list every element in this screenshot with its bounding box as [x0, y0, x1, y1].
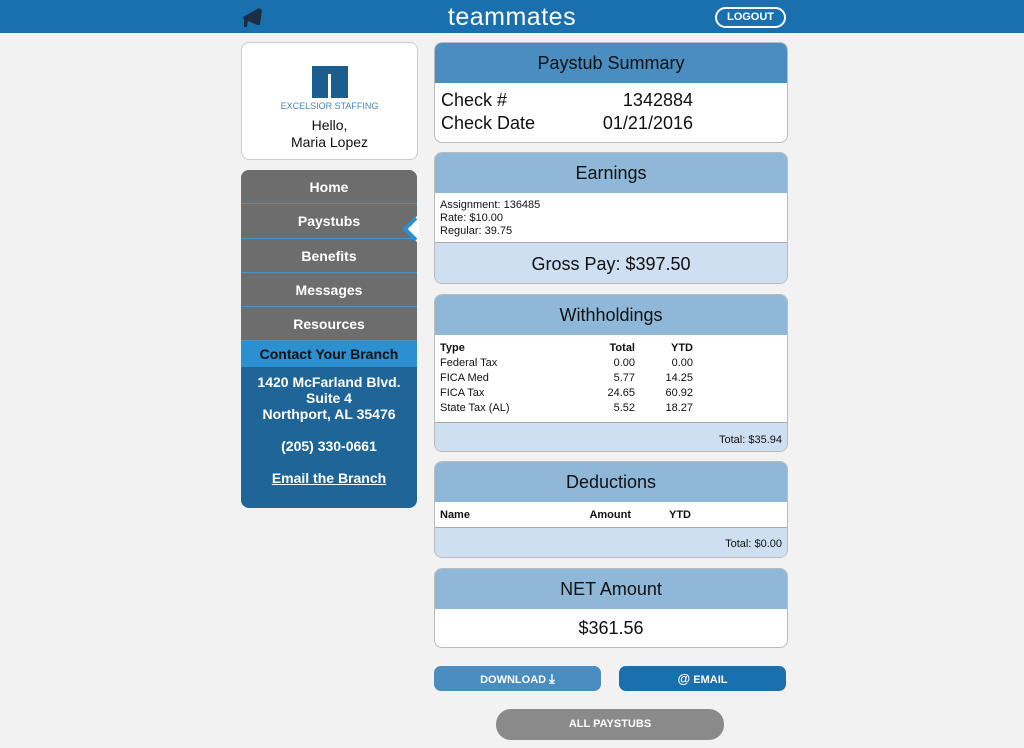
company-name: EXCELSIOR STAFFING — [280, 101, 379, 111]
sidebar-nav: Home Paystubs Benefits Messages Resource… — [241, 170, 419, 508]
check-number: 1342884 — [622, 90, 693, 110]
brand-logo: teammates — [447, 3, 577, 31]
branch-address-3: Northport, AL 35476 — [262, 406, 396, 423]
email-label: EMAIL — [693, 674, 728, 686]
net-title: NET Amount — [435, 569, 787, 609]
withholdings-table: Type Total YTD Federal Tax 0.00 0.00 FICA Me… — [435, 341, 693, 416]
download-icon: ⤓ — [549, 671, 555, 686]
col-amount: Amount — [589, 509, 631, 521]
deductions-total: Total: $0.00 — [435, 527, 787, 557]
withholdings-title: Withholdings — [435, 295, 787, 335]
col-ytd: YTD — [671, 342, 693, 354]
rate: Rate: $10.00 — [440, 212, 503, 224]
table-row: State Tax (AL) 5.52 18.27 — [440, 402, 693, 414]
active-indicator-icon — [402, 216, 419, 242]
paystub-summary-card: Paystub Summary Check # 1342884 Check Dat… — [434, 42, 788, 143]
date-label: Check Date — [441, 113, 536, 133]
company-logo — [311, 66, 348, 98]
email-branch-link[interactable]: Email the Branch — [272, 470, 386, 486]
branch-address-1: 1420 McFarland Blvd. — [257, 374, 401, 391]
profile-card: EXCELSIOR STAFFING Hello, Maria Lopez — [241, 42, 418, 160]
branch-phone[interactable]: (205) 330-0661 — [241, 438, 417, 454]
col-total: Total — [609, 342, 635, 354]
logout-button[interactable]: LOGOUT — [715, 7, 786, 28]
sidebar-item-paystubs[interactable]: Paystubs — [241, 204, 417, 239]
sidebar-item-resources[interactable]: Resources — [241, 307, 417, 342]
earnings-card: Earnings Assignment: 136485 Rate: $10.00… — [434, 152, 788, 284]
table-row: FICA Tax 24.65 60.92 — [440, 387, 693, 399]
assignment: Assignment: 136485 — [440, 199, 541, 211]
top-bar: teammates LOGOUT — [0, 0, 1024, 33]
deductions-title: Deductions — [435, 462, 787, 502]
table-row: FICA Med 5.77 14.25 — [440, 372, 693, 384]
download-button[interactable]: DOWNLOAD ⤓ — [434, 666, 601, 691]
col-type: Type — [440, 342, 465, 354]
email-button[interactable]: @ EMAIL — [619, 666, 786, 691]
sidebar-item-home[interactable]: Home — [241, 170, 417, 205]
sidebar-item-benefits[interactable]: Benefits — [241, 238, 417, 273]
greeting: Hello, — [311, 117, 348, 133]
contact-heading: Contact Your Branch — [241, 341, 417, 368]
earnings-title: Earnings — [435, 153, 787, 193]
check-date: 01/21/2016 — [602, 113, 693, 133]
summary-title: Paystub Summary — [435, 43, 787, 83]
gross-pay: Gross Pay: $397.50 — [435, 242, 787, 283]
check-label: Check # — [441, 90, 508, 110]
sidebar-item-messages[interactable]: Messages — [241, 272, 417, 308]
net-amount-card: NET Amount $361.56 — [434, 568, 788, 648]
table-row: Federal Tax 0.00 0.00 — [440, 357, 693, 369]
all-paystubs-button[interactable]: ALL PAYSTUBS — [496, 709, 724, 740]
deductions-card: Deductions Name Amount YTD Total: $0.00 — [434, 461, 788, 558]
at-icon: @ — [677, 671, 691, 686]
download-label: DOWNLOAD — [480, 674, 547, 686]
col-ytd: YTD — [669, 509, 691, 521]
col-name: Name — [440, 509, 470, 521]
branch-address-2: Suite 4 — [306, 390, 352, 407]
net-amount: $361.56 — [578, 618, 644, 638]
withholdings-card: Withholdings Type Total YTD Federal Tax 0.0… — [434, 294, 788, 452]
regular-hours: Regular: 39.75 — [440, 225, 513, 237]
user-name: Maria Lopez — [290, 134, 369, 150]
deductions-table: Name Amount YTD — [435, 508, 691, 523]
withholdings-total: Total: $35.94 — [435, 422, 787, 451]
